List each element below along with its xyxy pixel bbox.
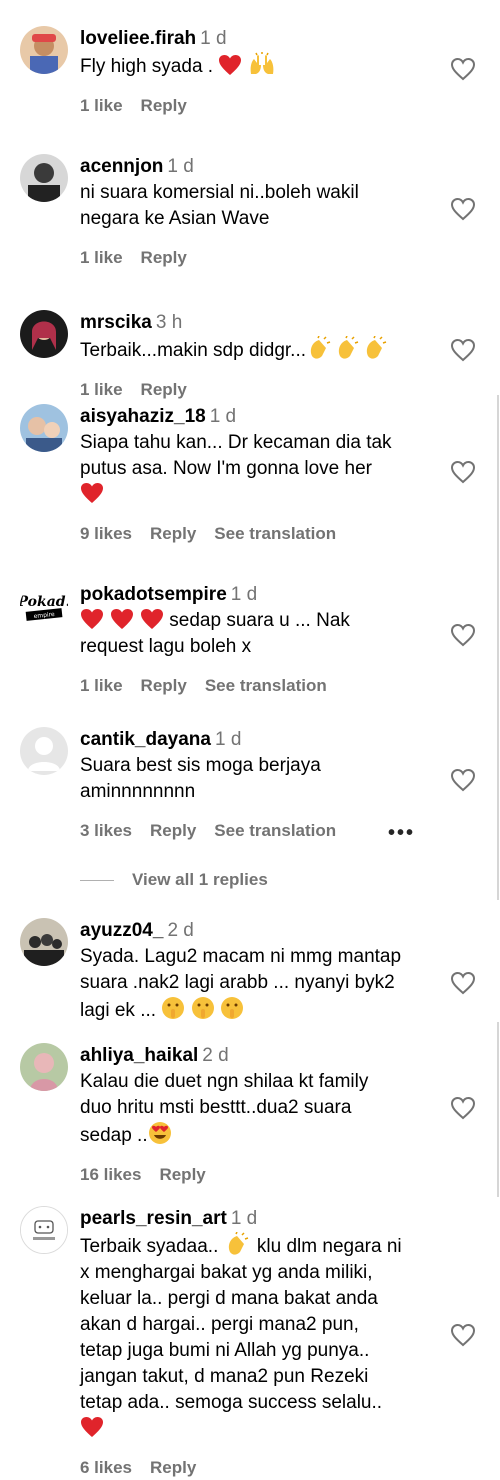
raised-hands-icon xyxy=(250,52,274,74)
red-heart-icon xyxy=(141,609,163,629)
likes-count[interactable]: 6 likes xyxy=(80,1458,132,1477)
heart-outline-icon[interactable] xyxy=(450,970,476,996)
likes-count[interactable]: 1 like xyxy=(80,380,123,399)
clapping-hands-icon xyxy=(366,336,387,359)
red-heart-icon xyxy=(111,609,133,629)
divider-line xyxy=(80,880,114,882)
username[interactable]: cantik_dayana xyxy=(80,729,211,750)
comment-text: Siapa tahu kan... Dr kecaman dia tak putu… xyxy=(80,430,450,508)
likes-count[interactable]: 3 likes xyxy=(80,821,132,840)
avatar[interactable] xyxy=(20,1043,68,1091)
heart-outline-icon[interactable] xyxy=(450,337,476,363)
comment-text: Terbaik syadaa.. klu dlm negara ni x meng… xyxy=(80,1232,470,1442)
username[interactable]: pearls_resin_art xyxy=(80,1208,227,1229)
clapping-hands-icon xyxy=(310,336,331,359)
timestamp: 1 d xyxy=(209,406,237,427)
reply-button[interactable]: Reply xyxy=(141,96,187,115)
avatar[interactable]: Pokad. empire xyxy=(20,582,68,630)
clapping-hands-icon xyxy=(228,1232,248,1255)
comment-text: Fly high syada . xyxy=(80,52,450,80)
comment-text: Syada. Lagu2 macam ni mmg mantap suara .n… xyxy=(80,946,402,1021)
more-options-icon[interactable]: ••• xyxy=(388,823,415,843)
timestamp: 1 d xyxy=(167,156,194,177)
comment-actions: 6 likes Reply xyxy=(80,1456,450,1480)
heart-outline-icon[interactable] xyxy=(450,1322,476,1348)
timestamp: 1 d xyxy=(230,584,258,605)
reply-button[interactable]: Reply xyxy=(159,1165,205,1184)
scrollbar[interactable] xyxy=(497,1022,499,1197)
timestamp: 1 d xyxy=(200,28,227,49)
view-replies-button[interactable]: View all 1 replies xyxy=(80,868,380,892)
heart-outline-icon[interactable] xyxy=(450,622,476,648)
timestamp: 2 d xyxy=(202,1045,229,1066)
timestamp: 1 d xyxy=(214,729,242,750)
red-heart-icon xyxy=(81,483,103,503)
avatar[interactable] xyxy=(20,310,68,358)
comment-actions: 16 likes Reply xyxy=(80,1163,450,1187)
heart-outline-icon[interactable] xyxy=(450,767,476,793)
username[interactable]: mrscika xyxy=(80,312,152,333)
see-translation-button[interactable]: See translation xyxy=(214,821,336,840)
comment-text: Kalau die duet ngn shilaa kt family duo h… xyxy=(80,1071,369,1146)
svg-text:Pokad.: Pokad. xyxy=(20,594,68,610)
reply-button[interactable]: Reply xyxy=(141,248,187,267)
heart-outline-icon[interactable] xyxy=(450,56,476,82)
shushing-face-icon xyxy=(162,997,185,1019)
comment-text: Suara best sis moga berjaya aminnnnnnnn xyxy=(80,755,321,802)
likes-count[interactable]: 1 like xyxy=(80,96,123,115)
reply-button[interactable]: Reply xyxy=(150,524,196,543)
username[interactable]: ayuzz04_ xyxy=(80,920,163,941)
see-translation-button[interactable]: See translation xyxy=(205,676,327,695)
heart-outline-icon[interactable] xyxy=(450,196,476,222)
avatar[interactable] xyxy=(20,727,68,775)
avatar[interactable] xyxy=(20,154,68,202)
username[interactable]: acennjon xyxy=(80,156,163,177)
likes-count[interactable]: 1 like xyxy=(80,248,123,267)
reply-button[interactable]: Reply xyxy=(141,380,187,399)
avatar[interactable] xyxy=(20,26,68,74)
avatar[interactable] xyxy=(20,404,68,452)
heart-eyes-face-icon xyxy=(148,1122,171,1144)
shushing-face-icon xyxy=(191,997,214,1019)
reply-button[interactable]: Reply xyxy=(150,1458,196,1477)
heart-outline-icon[interactable] xyxy=(450,1095,476,1121)
likes-count[interactable]: 16 likes xyxy=(80,1165,141,1184)
avatar[interactable] xyxy=(20,1206,68,1254)
red-heart-icon xyxy=(219,55,242,75)
avatar[interactable] xyxy=(20,918,68,966)
comment-text: sedap suara u ... Nak request lagu boleh … xyxy=(80,609,350,657)
clapping-hands-icon xyxy=(338,336,359,359)
red-heart-icon xyxy=(81,609,103,629)
username[interactable]: loveliee.firah xyxy=(80,28,196,49)
username[interactable]: aisyahaziz_18 xyxy=(80,406,206,427)
timestamp: 3 h xyxy=(155,312,183,333)
reply-button[interactable]: Reply xyxy=(150,821,196,840)
scrollbar[interactable] xyxy=(497,395,499,900)
username[interactable]: pokadotsempire xyxy=(80,584,227,605)
comment-actions: 1 like Reply xyxy=(80,94,450,118)
timestamp: 1 d xyxy=(230,1208,258,1229)
heart-outline-icon[interactable] xyxy=(450,459,476,485)
comment-actions: 9 likes Reply See translation xyxy=(80,522,450,546)
comment-text: ni suara komersial ni..boleh wakil negara… xyxy=(80,182,359,229)
comment-actions: 1 like Reply xyxy=(80,378,450,402)
reply-button[interactable]: Reply xyxy=(141,676,187,695)
timestamp: 2 d xyxy=(167,920,194,941)
comment-actions: 1 like Reply See translation xyxy=(80,674,450,698)
see-translation-button[interactable]: See translation xyxy=(214,524,336,543)
comment-actions: 1 like Reply xyxy=(80,246,450,270)
comment-text: Terbaik...makin sdp didgr... xyxy=(80,336,450,364)
red-heart-icon xyxy=(81,1417,103,1437)
likes-count[interactable]: 9 likes xyxy=(80,524,132,543)
likes-count[interactable]: 1 like xyxy=(80,676,123,695)
shushing-face-icon xyxy=(220,997,243,1019)
username[interactable]: ahliya_haikal xyxy=(80,1045,198,1066)
